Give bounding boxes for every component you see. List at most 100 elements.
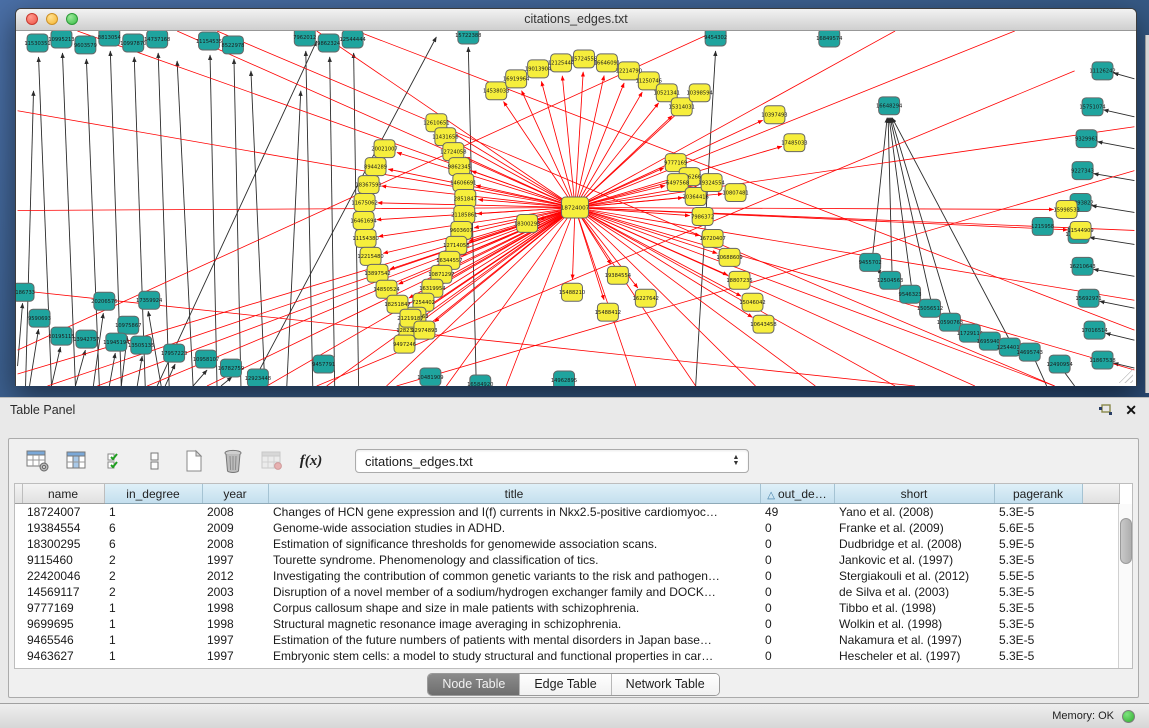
network-canvas[interactable]: 1153035110995213960357988130541099787014… — [16, 31, 1136, 386]
graph-node-label: 9777169 — [664, 160, 687, 166]
select-columns-button[interactable] — [64, 448, 90, 474]
tab-network-table[interactable]: Network Table — [612, 674, 719, 695]
graph-node-label: 11544909 — [1067, 228, 1093, 234]
graph-node-label: 16648294 — [876, 104, 902, 110]
graph-edge[interactable] — [575, 208, 636, 386]
table-vertical-scrollbar[interactable] — [1118, 504, 1132, 668]
graph-node-label: 10481909 — [417, 375, 443, 381]
graph-edge[interactable] — [575, 208, 1054, 210]
graph-edge[interactable] — [1098, 142, 1135, 149]
table-row[interactable]: 946362711997Embryonic stem cells: a mode… — [15, 648, 1120, 664]
table-row[interactable]: 969969511998Structural magnetic resonanc… — [15, 616, 1120, 632]
graph-edge[interactable] — [889, 118, 912, 292]
tab-node-table[interactable]: Node Table — [428, 674, 520, 695]
graph-edge[interactable] — [562, 76, 575, 208]
float-panel-icon[interactable] — [1098, 404, 1113, 422]
graph-node-label: 10958107 — [193, 357, 219, 363]
graph-edge[interactable] — [381, 186, 575, 208]
column-header-out-degree[interactable]: △out_de… — [760, 484, 834, 504]
graph-node-label: 9329961 — [1075, 136, 1098, 142]
graph-edge[interactable] — [1100, 301, 1135, 308]
graph-node-label: 9862345 — [448, 164, 471, 170]
table-row[interactable]: 1938455462009Genome-wide association stu… — [15, 520, 1120, 536]
graph-edge[interactable] — [575, 208, 741, 297]
graph-edge[interactable] — [30, 329, 39, 386]
table-row[interactable]: 977716911998Corpus callosum shape and si… — [15, 600, 1120, 616]
graph-node-label: 20206576 — [91, 299, 117, 305]
column-header-title[interactable]: title — [268, 484, 760, 504]
table-toolbar: f(x) citations_edges.txt ▲▼ — [9, 439, 1138, 483]
column-header-name[interactable]: name — [22, 484, 104, 504]
graph-edge[interactable] — [575, 103, 659, 208]
graph-edge[interactable] — [210, 55, 217, 386]
function-builder-button[interactable]: f(x) — [298, 448, 324, 474]
network-canvas-svg[interactable]: 1153035110995213960357988130541099787014… — [16, 31, 1136, 386]
graph-node-label: 15314031 — [669, 105, 695, 111]
graph-node-label: 9455702 — [859, 260, 882, 266]
graph-edge[interactable] — [888, 118, 892, 277]
graph-node-label: 16461694 — [350, 218, 376, 224]
graph-edge[interactable] — [306, 51, 313, 386]
graph-edge[interactable] — [397, 152, 575, 207]
graph-edge[interactable] — [1092, 206, 1135, 213]
column-header-year[interactable]: year — [202, 484, 268, 504]
graph-edge[interactable] — [18, 208, 575, 211]
graph-edge[interactable] — [158, 53, 169, 386]
graph-edge[interactable] — [575, 31, 1015, 208]
graph-node-label: 16344557 — [436, 258, 462, 264]
graph-edge[interactable] — [251, 71, 265, 386]
new-table-button[interactable] — [181, 448, 207, 474]
graph-edge[interactable] — [26, 91, 34, 386]
graph-node-label: 16646091 — [594, 61, 620, 67]
graph-edge[interactable] — [1094, 269, 1135, 276]
graph-edge[interactable] — [1104, 110, 1135, 117]
column-header-pagerank[interactable]: pagerank — [994, 484, 1082, 504]
graph-node-label: 12714058 — [443, 243, 469, 249]
delete-column-button-disabled[interactable] — [259, 448, 285, 474]
table-row[interactable]: 911546021997Tourette syndrome. Phenomeno… — [15, 552, 1120, 568]
table-selector-dropdown[interactable]: citations_edges.txt ▲▼ — [355, 449, 749, 473]
table-panel-title: Table Panel — [10, 403, 75, 417]
window-titlebar[interactable]: citations_edges.txt — [16, 9, 1136, 31]
graph-edge[interactable] — [872, 118, 887, 261]
graph-node-label: 10590763 — [937, 320, 963, 326]
tab-edge-table[interactable]: Edge Table — [520, 674, 611, 695]
close-panel-icon[interactable]: ✕ — [1125, 402, 1137, 419]
graph-node-label: 19384554 — [605, 273, 631, 279]
table-row[interactable]: 1830029562008Estimation of significance … — [15, 536, 1120, 552]
graph-edge[interactable] — [1106, 333, 1135, 340]
table-tab-strip: Node Table Edge Table Network Table — [9, 669, 1138, 699]
graph-edge[interactable] — [234, 59, 241, 386]
graph-node-label: 10397493 — [761, 113, 787, 119]
graph-node-label: 12544444 — [339, 37, 365, 43]
graph-node-label: 13897542 — [364, 271, 390, 277]
table-row[interactable]: 1456911722003Disruption of a novel membe… — [15, 584, 1120, 600]
graph-edge[interactable] — [193, 370, 207, 386]
graph-edge[interactable] — [575, 31, 895, 208]
table-settings-button[interactable] — [25, 448, 51, 474]
delete-table-button[interactable] — [220, 448, 246, 474]
graph-edge[interactable] — [51, 347, 60, 386]
graph-edge[interactable] — [18, 208, 575, 375]
graph-edge[interactable] — [1094, 174, 1135, 181]
graph-edge[interactable] — [330, 57, 335, 386]
graph-edge[interactable] — [575, 208, 1068, 230]
select-all-checklist-button[interactable] — [103, 448, 129, 474]
dropdown-arrows-icon: ▲▼ — [728, 455, 748, 467]
table-row[interactable]: 1872400712008Changes of HCN gene express… — [15, 504, 1120, 521]
column-header-short[interactable]: short — [834, 484, 994, 504]
graph-node-label: 17485033 — [781, 140, 807, 146]
graph-node-label: 12504563 — [877, 278, 903, 284]
graph-edge[interactable] — [1113, 73, 1134, 79]
graph-edge[interactable] — [892, 118, 1012, 344]
table-row[interactable]: 2242004622012Investigating the contribut… — [15, 568, 1120, 584]
graph-edge[interactable] — [1090, 237, 1135, 244]
unselect-rows-button[interactable] — [142, 448, 168, 474]
row-gutter-header — [15, 484, 22, 504]
memory-ok-indicator-icon[interactable] — [1122, 710, 1135, 723]
graph-edge[interactable] — [18, 303, 23, 366]
graph-node-label: 12610651 — [423, 121, 449, 127]
column-header-in-degree[interactable]: in_degree — [104, 484, 202, 504]
table-row[interactable]: 946554611997Estimation of the future num… — [15, 632, 1120, 648]
scrollbar-thumb[interactable] — [1120, 518, 1132, 564]
